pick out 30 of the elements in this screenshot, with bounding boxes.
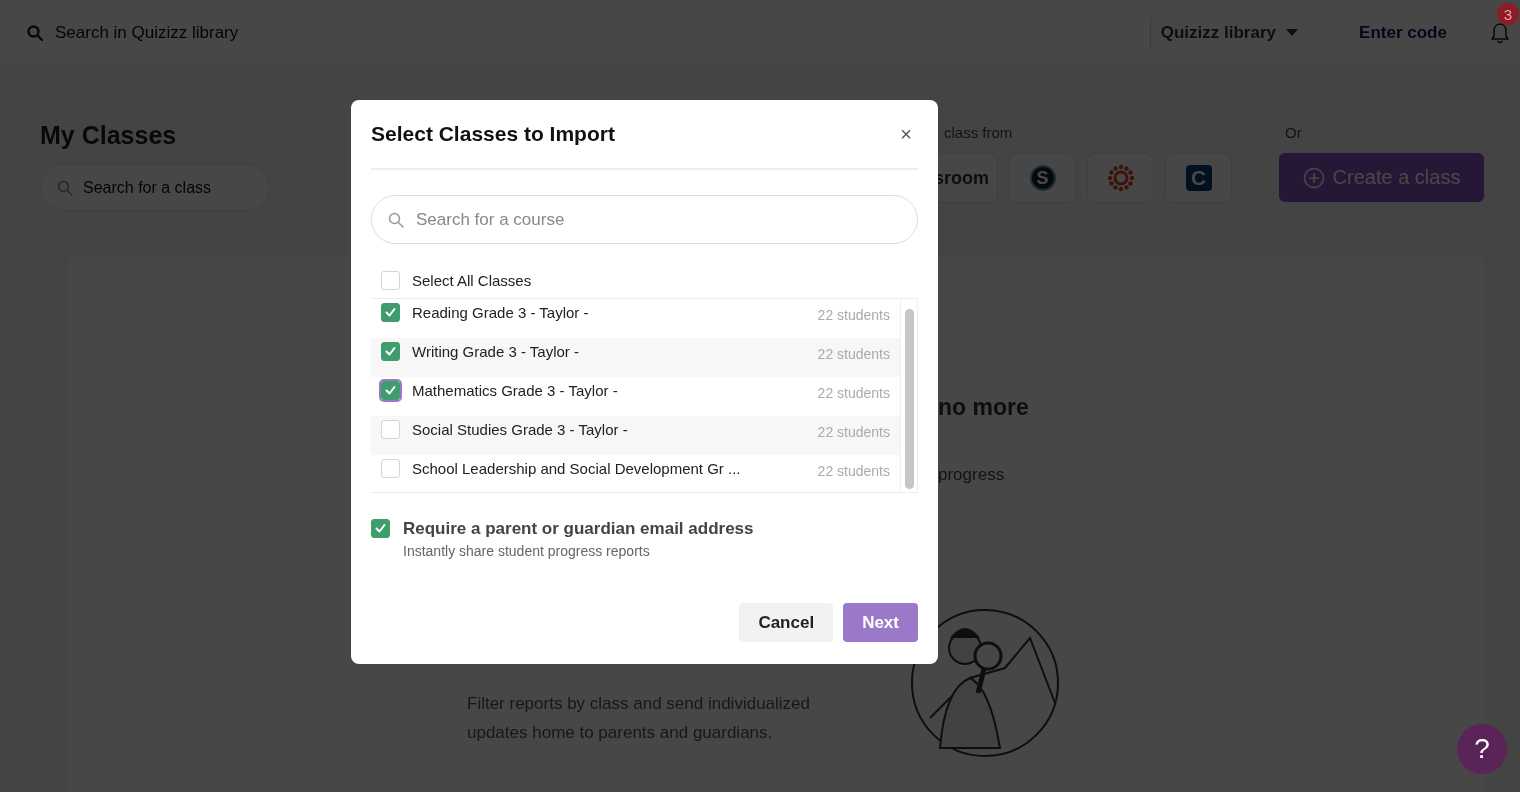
next-button[interactable]: Next [843,603,918,642]
class-name: Reading Grade 3 - Taylor - [412,303,590,321]
class-name: Mathematics Grade 3 - Taylor - [412,381,619,399]
scrollbar[interactable] [904,309,914,489]
search-field[interactable]: Search for a course [371,195,918,244]
check-icon [373,521,388,536]
student-count: 22 students [817,345,890,362]
dialog-title: Select Classes to Import [371,122,615,146]
checkbox[interactable] [381,381,400,400]
class-name: Social Studies Grade 3 - Taylor - [412,420,629,438]
close-button[interactable]: × [894,122,918,146]
student-count: 22 students [817,306,890,323]
student-count: 22 students [817,384,890,401]
checkbox[interactable] [381,342,400,361]
class-name: School Leadership and Social Development Gr ... [412,459,742,477]
class-name: Writing Grade 3 - Taylor - [412,342,580,360]
checkbox[interactable] [381,303,400,322]
select-all-label: Select All Classes [412,272,532,289]
check-icon [383,305,398,320]
search-icon [388,211,404,228]
option-title: Require a parent or guardian email address [403,519,754,539]
check-icon [383,344,398,359]
checkbox[interactable] [371,519,390,538]
student-count: 22 students [817,462,890,479]
page-title: My Classes [40,121,177,150]
cancel-button[interactable]: Cancel [739,603,834,642]
option-description: Instantly share student progress reports [403,543,651,559]
student-count: 22 students [817,423,890,440]
feature-heading: no more [938,394,1030,421]
check-icon [383,383,398,398]
